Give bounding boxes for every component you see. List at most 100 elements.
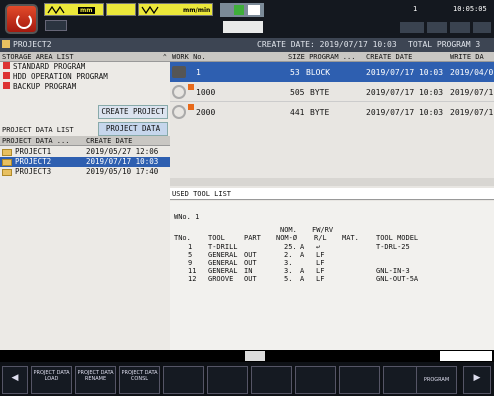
softkey-project-consl[interactable]: PROJECT DATA CONSL [119,366,160,394]
col-create-date: CREATE DATE [86,137,133,145]
project-date: 2019/05/27 12:06 [86,147,159,156]
create-date-label: CREATE DATE: 2019/07/17 10:03 [257,40,397,49]
storage-item-label: STANDARD PROGRAM [13,62,86,71]
work-no: 2000 [196,108,216,117]
no-program-icon [172,85,186,99]
top-status-bar: mm mm/min 1 10:05:05 [0,0,494,38]
softkey-empty-4[interactable] [163,366,204,394]
folder-icon [2,168,12,176]
table-row[interactable]: 1 53 BLOCK 2019/07/17 10:03 2019/04/0 [170,62,494,82]
project-title-bar: PROJECT2 CREATE DATE: 2019/07/17 10:03 T… [0,38,494,52]
program-list-header: WORK No. SIZE PROGRAM ... CREATE DATE WR… [170,52,494,62]
horizontal-scrollbar[interactable] [170,178,494,186]
status-green-icon [234,5,244,15]
tool-cell: GENERAL [208,251,238,259]
project-name: PROJECT2 [15,157,52,166]
tab-used-tool-list[interactable]: USED TOOL LIST [172,190,231,198]
view-icons-panel [220,3,264,17]
right-pane: WORK No. SIZE PROGRAM ... CREATE DATE WR… [170,52,494,350]
write-date: 2019/07/1 [450,88,494,97]
tool-cell: 1 [188,243,193,251]
key-icon[interactable] [427,22,447,33]
size-unit: BYTE [310,108,330,117]
tool-cell: 9 [188,259,193,267]
tool-cell: 3. [284,259,293,267]
softkey-program[interactable]: PROGRAM [416,366,457,394]
collapse-icon[interactable]: ⌃ [163,52,167,62]
list-item[interactable]: PROJECT1 2019/05/27 12:06 [0,147,170,157]
head-tool-model: TOOL MODEL [376,234,419,242]
storage-item-backup[interactable]: BACKUP PROGRAM [0,82,170,92]
mode-indicator [45,20,67,31]
tool-cell: OUT [244,251,257,259]
storage-item-label: BACKUP PROGRAM [13,82,77,91]
prev-arrow-icon[interactable]: ◀ [2,366,28,394]
tool-cell: 12 [188,275,197,283]
left-pane: STORAGE AREA LIST ⌃ STANDARD PROGRAM HDD … [0,52,170,350]
size: 53 [290,68,300,77]
table-row[interactable]: 2000 441 BYTE 2019/07/17 10:03 2019/07/1 [170,102,494,122]
col-size: SIZE PROGRAM ... [288,53,356,61]
col-write-date: WRITE DA [450,53,484,61]
badge-icon [188,84,194,90]
tool-cell: A [300,275,305,283]
project-data-button[interactable]: PROJECT DATA [98,122,168,136]
size: 505 [290,88,305,97]
feed-wave-icon [141,5,159,15]
next-arrow-icon[interactable]: ▶ [463,366,491,394]
program-icon [172,66,186,78]
tool-cell: 3. [284,267,293,275]
tool-cell: IN [244,267,253,275]
tool-cell: LF [316,259,325,267]
folder-icon [2,40,10,48]
gear-icon[interactable] [473,22,491,33]
tool-cell: GNL-OUT-5A [376,275,419,283]
total-program-label: TOTAL PROGRAM 3 [408,40,481,49]
tool-cell: GROOVE [208,275,234,283]
tool-cell: OUT [244,275,257,283]
tool-number: 1 [413,5,418,13]
head-rl: R/L [314,234,327,242]
badge-icon [188,104,194,110]
softkey-empty-6[interactable] [251,366,292,394]
size-unit: BYTE [310,88,330,97]
expand-icon[interactable] [245,351,265,361]
create-date: 2019/07/17 10:03 [366,88,444,97]
tool-icons-panel [223,21,263,33]
feed-panel: mm/min [138,3,213,16]
tool-cell: LF [316,275,325,283]
list-item[interactable]: PROJECT3 2019/05/10 17:40 [0,167,170,177]
softkey-project-load[interactable]: PROJECT DATA LOAD [31,366,72,394]
softkey-project-rename[interactable]: PROJECT DATA RENAME [75,366,116,394]
col-work-no: WORK No. [172,53,206,61]
create-project-button[interactable]: CREATE PROJECT [98,105,168,119]
storage-item-hdd[interactable]: HDD OPERATION PROGRAM [0,72,170,82]
tool-cell: 2. [284,251,293,259]
tool-cell: T-DRL-25 [376,243,410,251]
work-no: 1 [196,68,201,77]
softkey-empty-7[interactable] [295,366,336,394]
storage-item-standard[interactable]: STANDARD PROGRAM [0,62,170,72]
table-row[interactable]: 1000 505 BYTE 2019/07/17 10:03 2019/07/1 [170,82,494,102]
tool-cell: 5 [188,251,193,259]
project-date: 2019/07/17 10:03 [86,157,159,166]
user-icon[interactable] [400,22,424,33]
tool-cell: LF [316,251,325,259]
softkey-empty-5[interactable] [207,366,248,394]
feed-unit-label: mm/min [183,7,211,14]
tool-cell: A [300,267,305,275]
grid-icon[interactable] [450,22,470,33]
home-logo-button[interactable] [5,4,38,34]
list-item[interactable]: PROJECT2 2019/07/17 10:03 [0,157,170,167]
project-title: PROJECT2 [13,40,52,49]
create-date: 2019/07/17 10:03 [366,108,444,117]
project-name: PROJECT1 [15,147,52,156]
tool-cell: GENERAL [208,259,238,267]
softkey-empty-8[interactable] [339,366,380,394]
storage-area-title: STORAGE AREA LIST [2,53,74,61]
work-no-label: WNo. 1 [174,213,200,221]
window-icon [248,5,260,15]
head-nom: NOM. [280,226,297,234]
input-field[interactable] [440,351,492,361]
head-part: PART [244,234,261,242]
